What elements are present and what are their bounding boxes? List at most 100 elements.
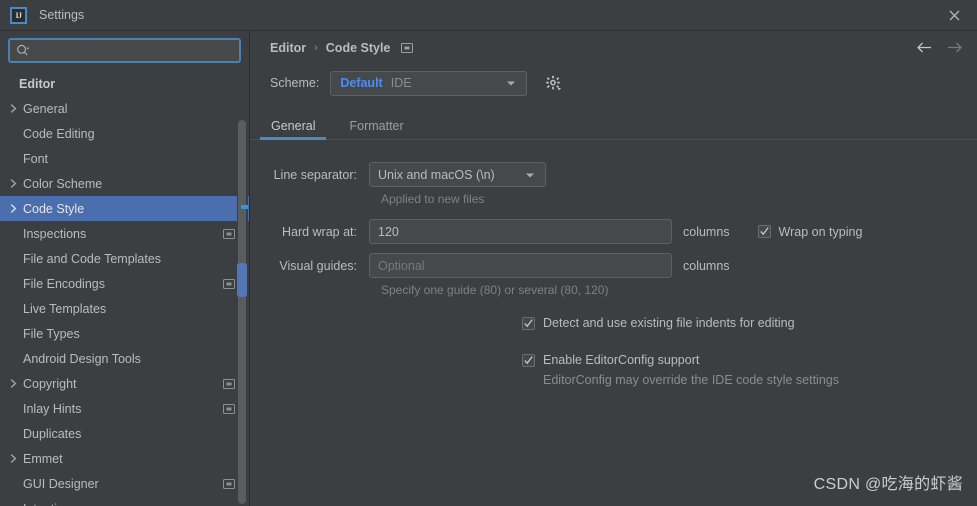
tab-general[interactable]: General: [254, 119, 332, 140]
sidebar-item-label: Code Style: [23, 201, 85, 216]
visual-guides-unit: columns: [683, 258, 730, 273]
window-title: Settings: [39, 8, 85, 22]
settings-tree[interactable]: Editor General Code Editing Font Color Schem…: [0, 69, 249, 506]
chevron-right-icon[interactable]: [4, 103, 23, 114]
search-icon: [17, 44, 30, 56]
checkbox-box: [757, 225, 771, 238]
wrap-on-typing-label: Wrap on typing: [778, 224, 863, 239]
sidebar-scrollbar-thumb[interactable]: [237, 263, 247, 297]
editorconfig-hint: EditorConfig may override the IDE code s…: [543, 373, 839, 387]
scheme-dropdown[interactable]: Default IDE: [330, 70, 528, 96]
sidebar-item-color-scheme[interactable]: Color Scheme: [0, 171, 249, 196]
sidebar-item-emmet[interactable]: Emmet: [0, 446, 249, 471]
logo-text: IJ: [15, 10, 22, 20]
checkbox-box: [522, 316, 535, 330]
close-icon[interactable]: [931, 0, 977, 31]
project-scope-icon: [223, 278, 235, 289]
line-separator-row: Line separator: Unix and macOS (\n): [250, 162, 977, 187]
search-input[interactable]: [31, 43, 233, 58]
sidebar-item-copyright[interactable]: Copyright: [0, 371, 249, 396]
checkmark-icon: [524, 355, 533, 364]
hard-wrap-label: Hard wrap at:: [281, 224, 357, 239]
sidebar-item-inlay-hints[interactable]: Inlay Hints: [0, 396, 249, 421]
chevron-down-icon: [507, 81, 516, 86]
navigation-arrows: [916, 39, 963, 56]
sidebar-item-intentions[interactable]: Intentions: [0, 496, 249, 506]
sidebar-scrollbar-track[interactable]: [237, 70, 248, 506]
visual-guides-row: Visual guides: Optional columns: [250, 253, 977, 278]
sidebar-item-label: File Encodings: [23, 276, 105, 291]
chevron-right-icon[interactable]: [4, 203, 23, 214]
settings-dialog: IJ Settings Editor General Code Editing …: [0, 0, 977, 506]
sidebar-item-duplicates[interactable]: Duplicates: [0, 421, 249, 446]
sidebar-item-font[interactable]: Font: [0, 146, 249, 171]
sidebar-item-editor[interactable]: Editor: [0, 71, 249, 96]
tab-label: Formatter: [349, 119, 404, 133]
visual-guides-label: Visual guides:: [279, 258, 357, 273]
gear-icon[interactable]: [543, 73, 563, 93]
line-separator-label: Line separator:: [273, 167, 357, 182]
hard-wrap-input[interactable]: 120: [369, 219, 672, 244]
sidebar-item-label: Live Templates: [23, 301, 107, 316]
chevron-right-icon[interactable]: [4, 378, 23, 389]
search-box[interactable]: [8, 38, 241, 63]
line-separator-value: Unix and macOS (\n): [378, 167, 495, 182]
editorconfig-label: Enable EditorConfig support: [543, 353, 700, 367]
sidebar-item-label: Font: [23, 151, 49, 166]
tab-label: General: [271, 119, 316, 133]
sidebar-item-code-editing[interactable]: Code Editing: [0, 121, 249, 146]
sidebar-item-label: Inspections: [23, 226, 87, 241]
sidebar-item-label: Color Scheme: [23, 176, 103, 191]
dialog-body: Editor General Code Editing Font Color Schem…: [0, 31, 977, 506]
checkmark-icon: [759, 227, 769, 236]
sidebar-item-label: Copyright: [23, 376, 77, 391]
wrap-on-typing-checkbox[interactable]: Wrap on typing: [757, 224, 863, 239]
sidebar-item-label: Android Design Tools: [23, 351, 141, 366]
line-separator-dropdown[interactable]: Unix and macOS (\n): [369, 162, 546, 187]
intellij-logo-icon: IJ: [10, 6, 27, 24]
tab-formatter[interactable]: Formatter: [332, 119, 420, 140]
sidebar-item-file-and-code-templates[interactable]: File and Code Templates: [0, 246, 249, 271]
hard-wrap-value: 120: [378, 224, 399, 239]
sidebar-item-label: Intentions: [23, 502, 77, 506]
title-bar: IJ Settings: [0, 0, 977, 31]
project-scope-icon: [223, 228, 235, 239]
sidebar-item-label: Duplicates: [23, 426, 82, 441]
sidebar-item-live-templates[interactable]: Live Templates: [0, 296, 249, 321]
sidebar-scrollbar-bar[interactable]: [238, 120, 246, 504]
chevron-right-icon[interactable]: [4, 178, 23, 189]
scheme-label: Scheme:: [270, 76, 320, 90]
breadcrumb: Editor › Code Style: [250, 31, 977, 64]
project-scope-icon: [223, 378, 235, 389]
chevron-right-icon[interactable]: [4, 453, 23, 464]
forward-arrow-icon[interactable]: [946, 39, 963, 56]
code-style-general-form: Line separator: Unix and macOS (\n) Appl…: [250, 140, 977, 506]
hard-wrap-unit: columns: [683, 224, 730, 239]
sidebar-item-label: Inlay Hints: [23, 401, 82, 416]
sidebar-item-label: General: [23, 101, 68, 116]
sidebar-item-android-design-tools[interactable]: Android Design Tools: [0, 346, 249, 371]
sidebar-item-label: Emmet: [23, 451, 63, 466]
sidebar-item-file-types[interactable]: File Types: [0, 321, 249, 346]
hard-wrap-row: Hard wrap at: 120 columns Wrap on typing: [250, 219, 977, 244]
settings-main-panel: Editor › Code Style Scheme: Default IDE …: [250, 31, 977, 506]
visual-guides-input[interactable]: Optional: [369, 253, 672, 278]
visual-guides-placeholder: Optional: [378, 258, 425, 273]
sidebar-item-label: File and Code Templates: [23, 251, 162, 266]
sidebar-item-label: Code Editing: [23, 126, 95, 141]
sidebar-item-label: Editor: [19, 76, 56, 91]
sidebar-item-gui-designer[interactable]: GUI Designer: [0, 471, 249, 496]
sidebar-item-general[interactable]: General: [0, 96, 249, 121]
sidebar-item-file-encodings[interactable]: File Encodings: [0, 271, 249, 296]
breadcrumb-separator-icon: ›: [314, 41, 318, 54]
sidebar-item-code-style[interactable]: Code Style: [0, 196, 249, 221]
scrollbar-marker: [241, 205, 248, 209]
detect-indents-checkbox[interactable]: Detect and use existing file indents for…: [250, 316, 977, 330]
breadcrumb-parent[interactable]: Editor: [270, 41, 306, 55]
editorconfig-checkbox[interactable]: Enable EditorConfig support: [250, 353, 977, 367]
settings-tabs[interactable]: General Formatter: [250, 111, 977, 140]
sidebar-item-label: GUI Designer: [23, 476, 99, 491]
sidebar-item-inspections[interactable]: Inspections: [0, 221, 249, 246]
back-arrow-icon[interactable]: [916, 39, 933, 56]
settings-sidebar: Editor General Code Editing Font Color Schem…: [0, 31, 250, 506]
